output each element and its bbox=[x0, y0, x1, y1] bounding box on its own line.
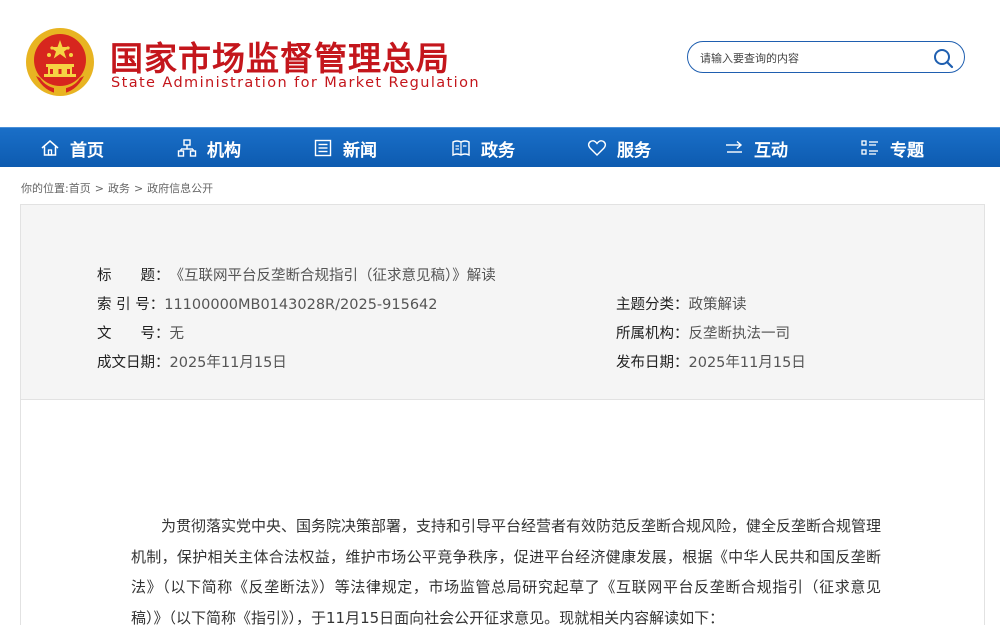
meta-date-value: 2025年11月15日 bbox=[169, 355, 287, 371]
meta-title-value: 《互联网平台反垄断合规指引（征求意见稿）》解读 bbox=[169, 268, 496, 284]
nav-label: 互动 bbox=[754, 140, 788, 161]
nav-label: 专题 bbox=[890, 140, 924, 161]
breadcrumb-item-government[interactable]: 政务 bbox=[108, 182, 130, 195]
meta-date-label: 成文日期： bbox=[97, 355, 170, 371]
meta-index-value: 11100000MB0143028R/2025-915642 bbox=[164, 297, 438, 313]
meta-index-label: 索 引 号： bbox=[97, 297, 165, 313]
nav-label: 政务 bbox=[481, 140, 515, 161]
search-icon[interactable] bbox=[932, 47, 954, 69]
topic-list-icon bbox=[860, 138, 880, 158]
national-emblem-icon[interactable] bbox=[24, 26, 96, 98]
nav-label: 机构 bbox=[207, 140, 241, 161]
meta-publish-label: 发布日期： bbox=[616, 355, 689, 371]
meta-publish-row: 发布日期：2025年11月15日 bbox=[616, 351, 806, 372]
breadcrumb-prefix: 你的位置: bbox=[21, 182, 69, 195]
site-header: 国家市场监督管理总局 State Administration for Mark… bbox=[0, 0, 1000, 127]
site-subtitle-en: State Administration for Market Regulati… bbox=[111, 75, 480, 91]
breadcrumb-separator: > bbox=[133, 182, 144, 195]
heart-icon bbox=[587, 138, 607, 158]
nav-item-news[interactable]: 新闻 bbox=[313, 128, 377, 168]
nav-item-interaction[interactable]: 互动 bbox=[724, 128, 788, 168]
breadcrumb-item-info-disclosure[interactable]: 政府信息公开 bbox=[147, 182, 213, 195]
article-paragraph: 为贯彻落实党中央、国务院决策部署，支持和引导平台经营者有效防范反垄断合规风险，健… bbox=[131, 517, 882, 625]
exchange-arrows-icon bbox=[724, 138, 744, 158]
nav-label: 新闻 bbox=[343, 140, 377, 161]
org-chart-icon bbox=[177, 138, 197, 158]
meta-docno-value: 无 bbox=[169, 326, 185, 342]
meta-org-row: 所属机构：反垄断执法一司 bbox=[616, 322, 790, 343]
nav-item-service[interactable]: 服务 bbox=[587, 128, 651, 168]
meta-category-value: 政策解读 bbox=[688, 297, 747, 313]
nav-item-org[interactable]: 机构 bbox=[177, 128, 241, 168]
site-title[interactable]: 国家市场监督管理总局 bbox=[110, 32, 450, 80]
meta-title-label: 标 题： bbox=[97, 268, 170, 284]
main-nav: 首页 机构 新闻 政务 服务 互动 专题 bbox=[0, 127, 1000, 167]
breadcrumb-item-home[interactable]: 首页 bbox=[69, 182, 91, 195]
meta-org-value: 反垄断执法一司 bbox=[688, 326, 791, 342]
meta-publish-value: 2025年11月15日 bbox=[688, 355, 806, 371]
meta-category-row: 主题分类：政策解读 bbox=[616, 293, 747, 314]
nav-label: 服务 bbox=[617, 140, 651, 161]
meta-index-row: 索 引 号：11100000MB0143028R/2025-915642 bbox=[97, 293, 438, 314]
meta-docno-label: 文 号： bbox=[97, 326, 170, 342]
meta-date-row: 成文日期：2025年11月15日 bbox=[97, 351, 287, 372]
government-book-icon bbox=[451, 138, 471, 158]
breadcrumb-separator: > bbox=[94, 182, 104, 195]
meta-title-row: 标 题：《互联网平台反垄断合规指引（征求意见稿）》解读 bbox=[97, 264, 496, 285]
meta-category-label: 主题分类： bbox=[616, 297, 689, 313]
home-icon bbox=[40, 138, 60, 158]
search-input[interactable] bbox=[700, 48, 920, 68]
search-box bbox=[687, 41, 965, 73]
nav-label: 首页 bbox=[70, 140, 104, 161]
nav-item-government[interactable]: 政务 bbox=[451, 128, 515, 168]
nav-item-topics[interactable]: 专题 bbox=[860, 128, 924, 168]
document-meta-panel: 标 题：《互联网平台反垄断合规指引（征求意见稿）》解读 索 引 号：111000… bbox=[20, 204, 985, 400]
meta-org-label: 所属机构： bbox=[616, 326, 689, 342]
meta-docno-row: 文 号：无 bbox=[97, 322, 184, 343]
nav-item-home[interactable]: 首页 bbox=[40, 128, 104, 168]
news-icon bbox=[313, 138, 333, 158]
breadcrumb: 你的位置:首页 > 政务 > 政府信息公开 bbox=[21, 180, 213, 196]
